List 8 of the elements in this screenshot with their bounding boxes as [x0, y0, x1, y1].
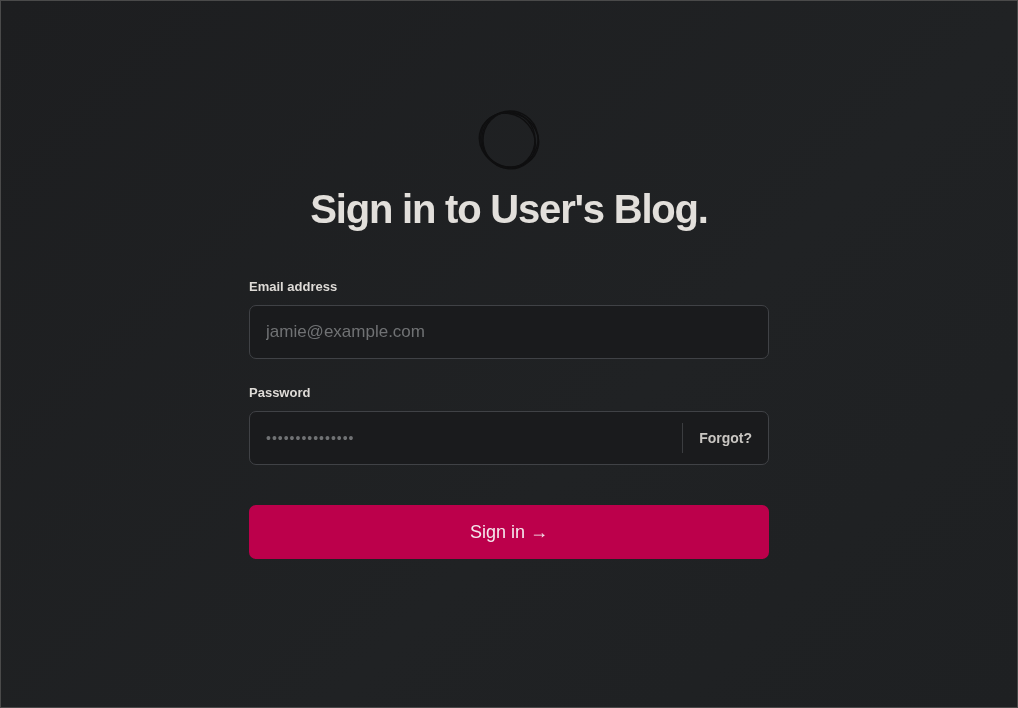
email-field[interactable]: jamie@example.com	[250, 306, 768, 358]
password-input[interactable]: •••••••••••••••	[250, 412, 683, 464]
forgot-link[interactable]: Forgot?	[683, 430, 768, 446]
password-field[interactable]: ••••••••••••••• Forgot?	[249, 411, 769, 465]
field-label: Email address	[249, 279, 339, 294]
page-title: Sign in to User's Blog.	[310, 186, 708, 233]
sign-in-button[interactable]: Sign in →	[249, 505, 769, 559]
field-label: Password	[249, 385, 312, 400]
